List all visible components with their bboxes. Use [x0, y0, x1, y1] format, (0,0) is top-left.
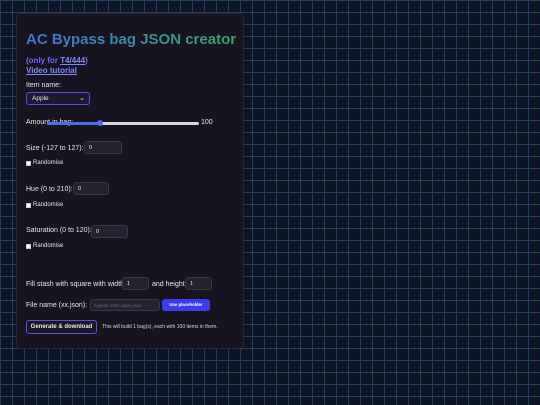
subtitle: (only for T4/444) Video tutorial	[26, 56, 88, 76]
stash-height-label: and height	[152, 281, 185, 288]
subtitle-suffix: )	[85, 56, 88, 65]
saturation-label: Saturation (0 to 120):	[26, 227, 92, 234]
size-label: Size (-127 to 127):	[26, 145, 84, 152]
chevron-down-icon: ⌄	[79, 95, 85, 102]
item-name-value: Apple	[32, 95, 49, 102]
amount-value: 100	[201, 119, 213, 126]
stash-height-input[interactable]: 1	[185, 277, 212, 290]
build-note: This will build 1 bag(s), each with 100 …	[102, 324, 218, 330]
hue-randomise-label: Randomise	[33, 202, 64, 208]
amount-slider[interactable]	[47, 120, 199, 126]
item-name-label: Item name:	[26, 82, 62, 89]
subtitle-prefix: (only for	[26, 56, 61, 65]
video-tutorial-link[interactable]: Video tutorial	[26, 66, 77, 75]
stash-width-label: Fill stash with square with width	[26, 281, 125, 288]
saturation-randomise-label: Randomise	[33, 243, 64, 249]
page-title: AC Bypass bag JSON creator	[26, 31, 236, 48]
saturation-input[interactable]: 0	[91, 225, 128, 238]
file-name-label: File name (xx.json):	[26, 302, 88, 309]
item-name-select[interactable]: Apple ⌄	[26, 92, 90, 105]
stash-width-input[interactable]: 1	[122, 277, 149, 290]
main-panel: AC Bypass bag JSON creator (only for T4/…	[16, 13, 244, 349]
title-part-2: JSON creator	[140, 31, 237, 48]
use-placeholder-button[interactable]: Use placeholder	[162, 299, 210, 311]
hue-input[interactable]: 0	[73, 182, 109, 195]
hue-label: Hue (0 to 210):	[26, 186, 73, 193]
size-randomise-label: Randomise	[33, 160, 64, 166]
generate-download-button[interactable]: Generate & download	[26, 320, 97, 334]
hue-randomise-checkbox[interactable]	[26, 203, 31, 208]
t4-link[interactable]: T4/444	[60, 56, 85, 65]
amount-slider-fill	[47, 122, 101, 125]
size-randomise-checkbox[interactable]	[26, 161, 31, 166]
size-input[interactable]: 0	[84, 141, 122, 154]
saturation-randomise-checkbox[interactable]	[26, 244, 31, 249]
amount-slider-thumb[interactable]	[97, 120, 104, 126]
title-part-1: AC Bypass bag	[26, 31, 141, 48]
file-name-input[interactable]: bypass-100x-apple.json	[90, 299, 160, 311]
